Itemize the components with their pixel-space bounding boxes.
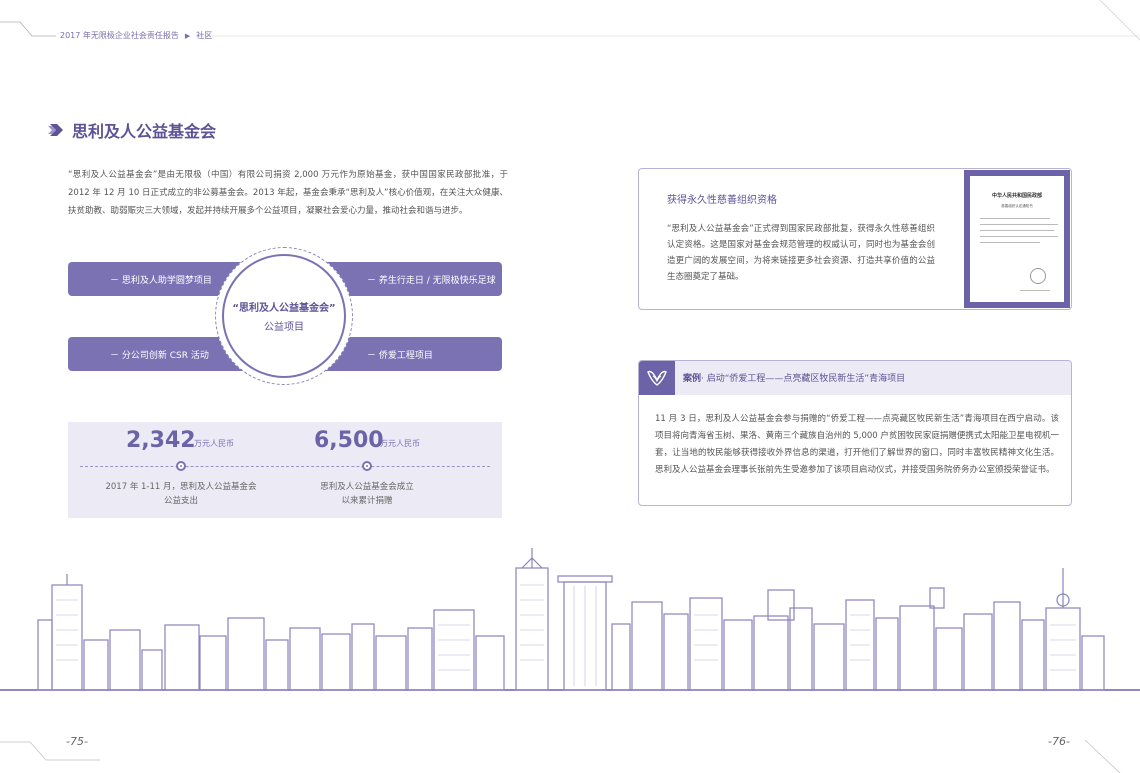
- case-title: 案例· 启动“侨爱工程——点亮藏区牧民新生活”青海项目: [683, 374, 906, 384]
- page-number-right: -76-: [1048, 735, 1070, 748]
- report-title: 2017 年无限极企业社会责任报告: [60, 31, 179, 40]
- project-item-bottom-right: － 侨爱工程项目: [367, 350, 433, 361]
- intro-paragraph: “思利及人公益基金会”是由无限极（中国）有限公司捐资 2,000 万元作为原始基…: [68, 170, 508, 216]
- timeline-dot: [362, 461, 372, 471]
- certificate-image: 中华人民共和国民政部 慈善组织认定通知书: [964, 170, 1070, 308]
- section-title: 思利及人公益基金会: [48, 118, 216, 142]
- project-circle: “思利及人公益基金会” 公益项目: [222, 254, 346, 378]
- certificate-title: 中华人民共和国民政部: [991, 193, 1042, 199]
- project-item-top-left: － 思利及人助学圆梦项目: [110, 275, 212, 286]
- project-item-top-right: － 养生行走日 / 无限极快乐足球: [367, 275, 496, 286]
- project-item-bottom-left: － 分公司创新 CSR 活动: [110, 350, 209, 361]
- timeline-dot: [176, 461, 186, 471]
- stat-caption: 思利及人公益基金会成立 以来累计捐赠: [320, 482, 414, 506]
- page-number-left: -75-: [66, 735, 88, 748]
- case-body: 11 月 3 日，思利及人公益基金会参与捐赠的“侨爱工程——点亮藏区牧民新生活”…: [655, 414, 1059, 475]
- stats-divider: [80, 466, 490, 467]
- stat-unit: 万元人民币: [194, 439, 234, 448]
- circle-subtitle: 公益项目: [264, 322, 304, 333]
- certificate-subtitle: 慈善组织认定通知书: [1001, 204, 1033, 208]
- triangle-right-icon: ▶: [184, 32, 191, 40]
- hands-logo-icon: [639, 361, 675, 395]
- case-box: 案例· 启动“侨爱工程——点亮藏区牧民新生活”青海项目 11 月 3 日，思利及…: [638, 360, 1072, 506]
- chevron-right-icon: [48, 124, 63, 136]
- section-name: 社区: [196, 31, 213, 40]
- qualification-body: “思利及人公益基金会”正式得到国家民政部批复，获得永久性慈善组织认定资格。这是国…: [667, 224, 935, 282]
- city-skyline-illustration: [0, 548, 1140, 691]
- page-title: 思利及人公益基金会: [72, 122, 217, 141]
- circle-title: “思利及人公益基金会”: [232, 303, 336, 314]
- stat-caption: 2017 年 1-11 月，思利及人公益基金会 公益支出: [105, 482, 257, 506]
- stat-value: 6,500: [314, 428, 384, 453]
- footer-divider: [0, 739, 1121, 773]
- qualification-heading: 获得永久性慈善组织资格: [667, 195, 777, 206]
- stat-unit: 万元人民币: [380, 439, 420, 448]
- seal-icon: [1030, 268, 1046, 284]
- running-header: 2017 年无限极企业社会责任报告 ▶ 社区: [60, 30, 212, 41]
- stat-value: 2,342: [126, 428, 196, 453]
